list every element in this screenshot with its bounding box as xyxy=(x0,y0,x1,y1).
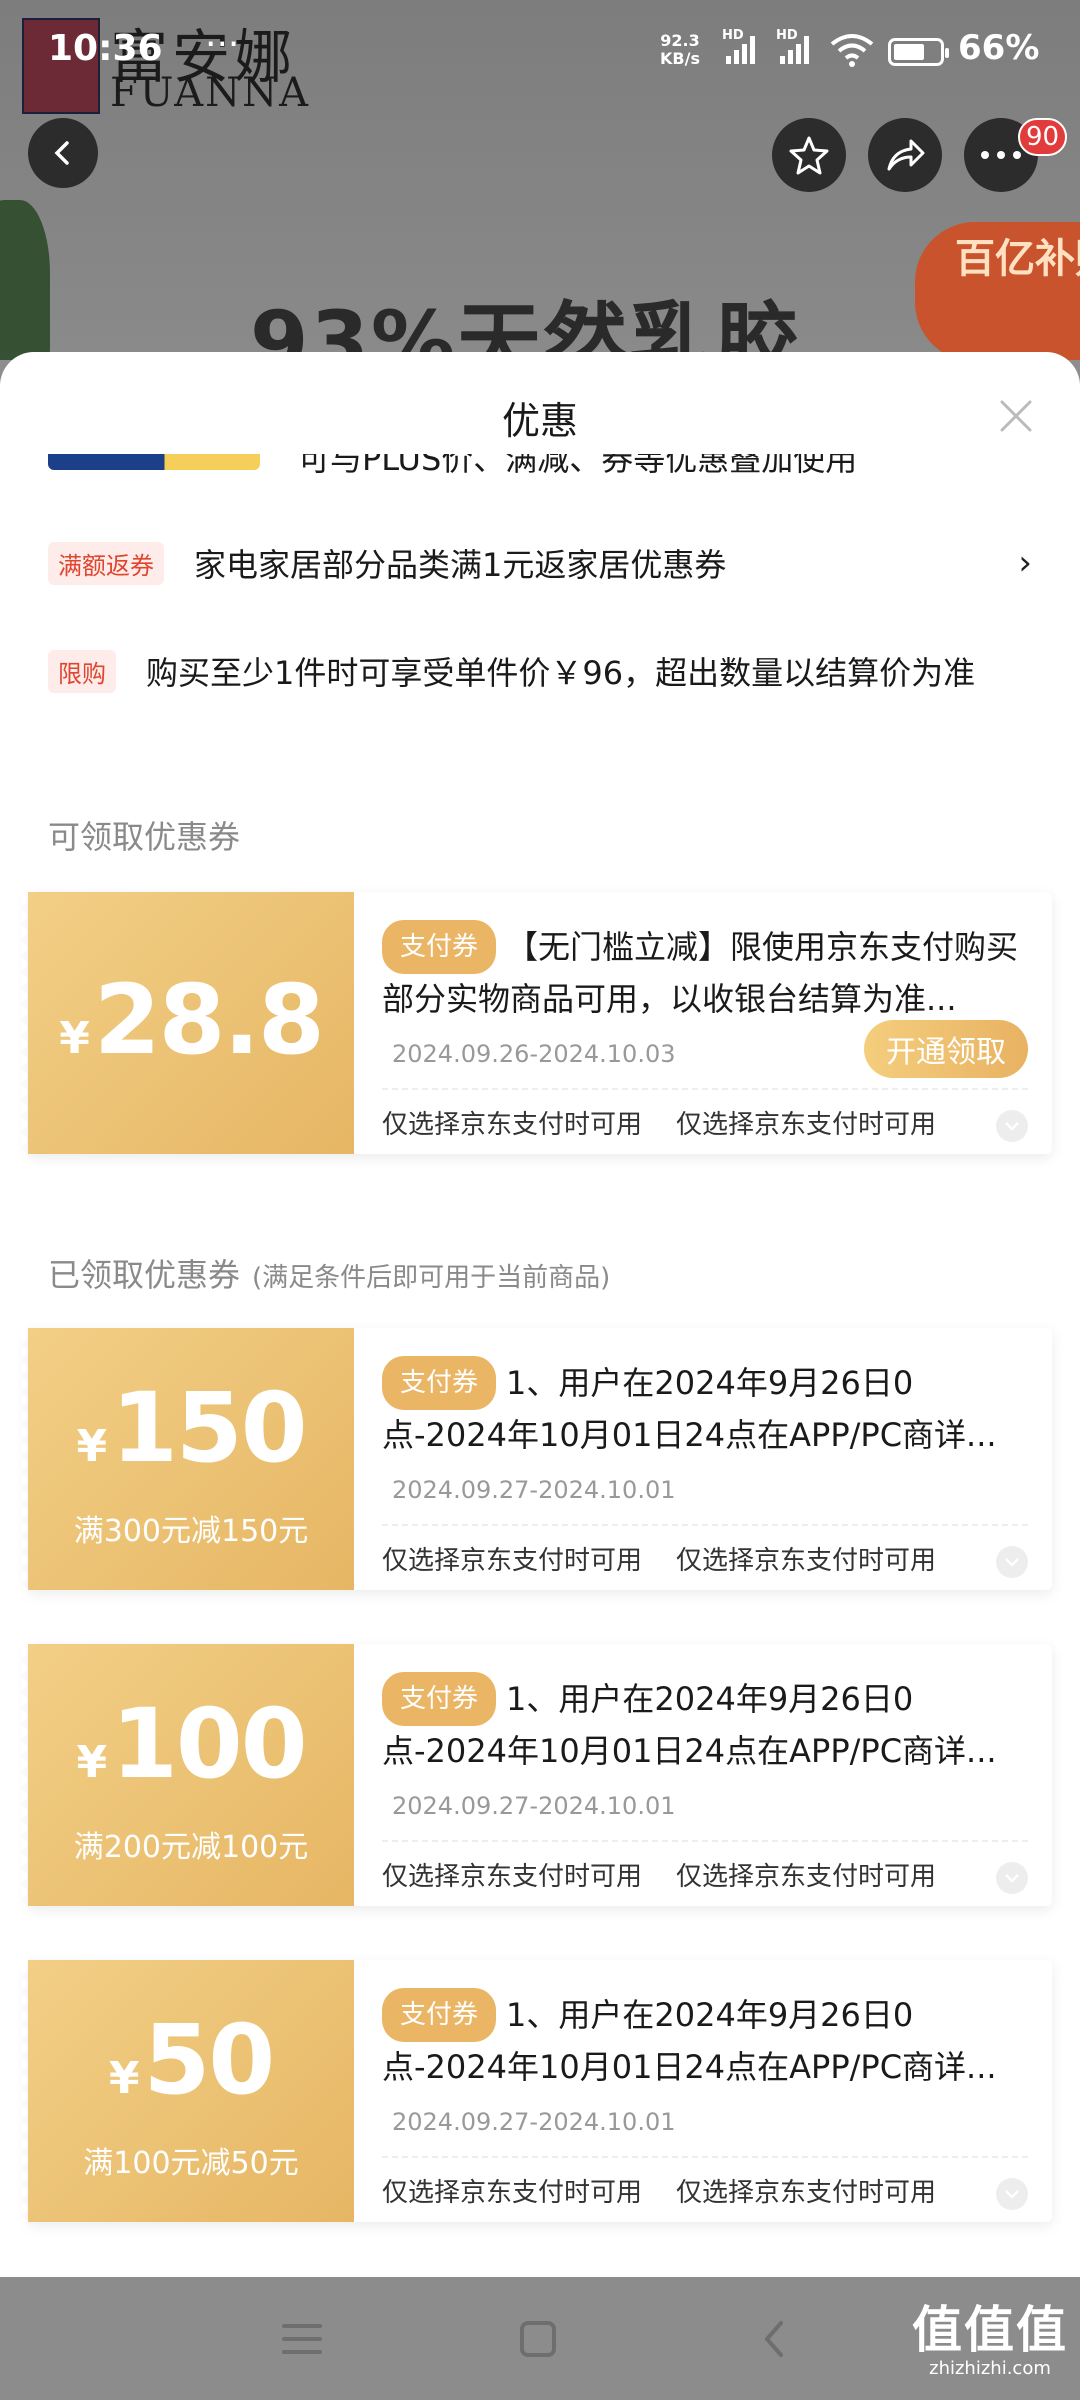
status-more: ··· xyxy=(205,24,240,65)
battery-icon xyxy=(888,38,949,66)
expand-toggle[interactable] xyxy=(996,1862,1028,1894)
coupon-validity: 2024.09.26-2024.10.03 xyxy=(392,1040,676,1068)
coupon-amount: ¥50 xyxy=(108,2004,275,2116)
back-arrow-icon xyxy=(764,2321,783,2357)
coupon-description: 支付券 1、用户在2024年9月26日0点-2024年10月01日24点在APP/… xyxy=(382,1356,1028,1456)
coupon-condition: 满100元减50元 xyxy=(83,2146,299,2181)
coupon-validity: 2024.09.27-2024.10.01 xyxy=(392,1792,676,1820)
coupon-info: 支付券 1、用户在2024年9月26日0点-2024年10月01日24点在APP/… xyxy=(382,1644,1028,1906)
available-coupons-title: 可领取优惠券 xyxy=(48,818,241,856)
promo-text: 可与PLUS价、满减、券等优惠叠加使用 xyxy=(298,454,858,478)
promo-text: 家电家居部分品类满1元返家居优惠券 xyxy=(194,546,727,584)
chevron-down-icon xyxy=(1005,1122,1019,1131)
claimed-coupons-title: 已领取优惠券 (满足条件后即可用于当前商品) xyxy=(48,1256,611,1294)
chevron-down-icon xyxy=(1005,2190,1019,2199)
home-square-icon xyxy=(520,2321,556,2357)
plus-tag xyxy=(48,454,260,470)
expand-toggle[interactable] xyxy=(996,1546,1028,1578)
coupon-value-panel: ¥50 满100元减50元 xyxy=(22,1960,354,2222)
coupon-amount: ¥28.8 xyxy=(59,964,324,1076)
chevron-left-icon xyxy=(54,141,69,165)
promo-tag: 限购 xyxy=(48,649,116,693)
coupon-amount: ¥150 xyxy=(76,1372,307,1484)
home-button[interactable] xyxy=(508,2309,568,2369)
coupon-info: 支付券 1、用户在2024年9月26日0点-2024年10月01日24点在APP/… xyxy=(382,1328,1028,1590)
coupon-condition: 满200元减100元 xyxy=(73,1830,309,1865)
back-button[interactable] xyxy=(28,118,98,188)
site-watermark: 值值值 zhizhizhi.com xyxy=(912,2301,1068,2379)
divider xyxy=(382,1088,1028,1090)
coupon-validity: 2024.09.27-2024.10.01 xyxy=(392,1476,676,1504)
signal-icon: HD xyxy=(722,28,755,64)
battery-percent: 66% xyxy=(958,28,1040,68)
chevron-down-icon xyxy=(1005,1874,1019,1883)
status-bar: 10:36 ··· 92.3 KB/s HD HD 66% xyxy=(0,0,1080,100)
coupon-condition: 满300元减150元 xyxy=(73,1514,309,1549)
coupon-description: 支付券 1、用户在2024年9月26日0点-2024年10月01日24点在APP/… xyxy=(382,1672,1028,1772)
promo-tag: 满额返券 xyxy=(48,541,164,585)
coupon-description: 支付券 1、用户在2024年9月26日0点-2024年10月01日24点在APP/… xyxy=(382,1988,1028,2088)
menu-icon xyxy=(282,2324,322,2354)
coupon-restriction: 仅选择京东支付时可用 仅选择京东支付时可用 xyxy=(382,1546,937,1576)
coupon-info: 支付券 1、用户在2024年9月26日0点-2024年10月01日24点在APP/… xyxy=(382,1960,1028,2222)
coupon-amount: ¥100 xyxy=(76,1688,307,1800)
expand-toggle[interactable] xyxy=(996,2178,1028,2210)
divider xyxy=(382,2156,1028,2158)
promo-text: 购买至少1件时可享受单件价￥96，超出数量以结算价为准 xyxy=(146,654,976,692)
coupon-card[interactable]: ¥150 满300元减150元 支付券 1、用户在2024年9月26日0点-202… xyxy=(22,1328,1052,1590)
favorite-button[interactable] xyxy=(772,118,846,192)
chevron-down-icon xyxy=(1005,1558,1019,1567)
signal-icon-2: HD xyxy=(776,28,809,64)
subsidy-badge: 百亿补贴 xyxy=(915,222,1080,360)
pay-coupon-tag: 支付券 xyxy=(382,1672,497,1726)
coupon-restriction: 仅选择京东支付时可用 仅选择京东支付时可用 xyxy=(382,1862,937,1892)
coupon-card[interactable]: ¥100 满200元减100元 支付券 1、用户在2024年9月26日0点-202… xyxy=(22,1644,1052,1906)
plus-stack-promo-row[interactable]: 可与PLUS价、满减、券等优惠叠加使用 xyxy=(48,454,1032,478)
plant-leaf-image xyxy=(0,200,50,360)
product-headline: 93%天然乳胶 xyxy=(250,293,802,360)
wifi-icon xyxy=(830,34,874,67)
chevron-right-icon: › xyxy=(1018,543,1032,583)
share-icon xyxy=(887,139,925,171)
expand-toggle[interactable] xyxy=(996,1110,1028,1142)
pay-coupon-tag: 支付券 xyxy=(382,1356,497,1410)
notification-badge: 90 xyxy=(1018,118,1068,156)
coupon-info: 支付券 【无门槛立减】限使用京东支付购买部分实物商品可用，以收银台结算为准... … xyxy=(382,892,1028,1154)
coupon-card[interactable]: ¥28.8 支付券 【无门槛立减】限使用京东支付购买部分实物商品可用，以收银台结算… xyxy=(22,892,1052,1154)
divider xyxy=(382,1524,1028,1526)
status-time: 10:36 xyxy=(48,28,163,69)
coupon-restriction: 仅选择京东支付时可用 仅选择京东支付时可用 xyxy=(382,2178,937,2208)
more-dots-icon xyxy=(981,151,1021,159)
share-button[interactable] xyxy=(868,118,942,192)
discount-sheet: 优惠 可与PLUS价、满减、券等优惠叠加使用 满额返券 家电家居部分品类满1元返… xyxy=(0,352,1080,2277)
pay-coupon-tag: 支付券 xyxy=(382,1988,497,2042)
recent-apps-button[interactable] xyxy=(272,2309,332,2369)
star-icon xyxy=(789,136,829,175)
network-speed: 92.3 KB/s xyxy=(660,31,700,68)
promo-row-purchase-limit: 限购 购买至少1件时可享受单件价￥96，超出数量以结算价为准 xyxy=(48,648,1032,694)
system-back-button[interactable] xyxy=(744,2309,804,2369)
coupon-card[interactable]: ¥50 满100元减50元 支付券 1、用户在2024年9月26日0点-2024年… xyxy=(22,1960,1052,2222)
pay-coupon-tag: 支付券 xyxy=(382,920,497,974)
coupon-restriction: 仅选择京东支付时可用 仅选择京东支付时可用 xyxy=(382,1110,937,1140)
coupon-validity: 2024.09.27-2024.10.01 xyxy=(392,2108,676,2136)
coupon-value-panel: ¥28.8 xyxy=(22,892,354,1154)
coupon-description: 支付券 【无门槛立减】限使用京东支付购买部分实物商品可用，以收银台结算为准... xyxy=(382,920,1028,1020)
close-icon[interactable] xyxy=(998,398,1034,434)
sheet-title: 优惠 xyxy=(501,399,578,443)
coupon-value-panel: ¥150 满300元减150元 xyxy=(22,1328,354,1590)
coupon-value-panel: ¥100 满200元减100元 xyxy=(22,1644,354,1906)
promo-row-return-coupon[interactable]: 满额返券 家电家居部分品类满1元返家居优惠券 › xyxy=(48,540,1032,586)
divider xyxy=(382,1840,1028,1842)
claim-coupon-button[interactable]: 开通领取 xyxy=(864,1020,1028,1078)
